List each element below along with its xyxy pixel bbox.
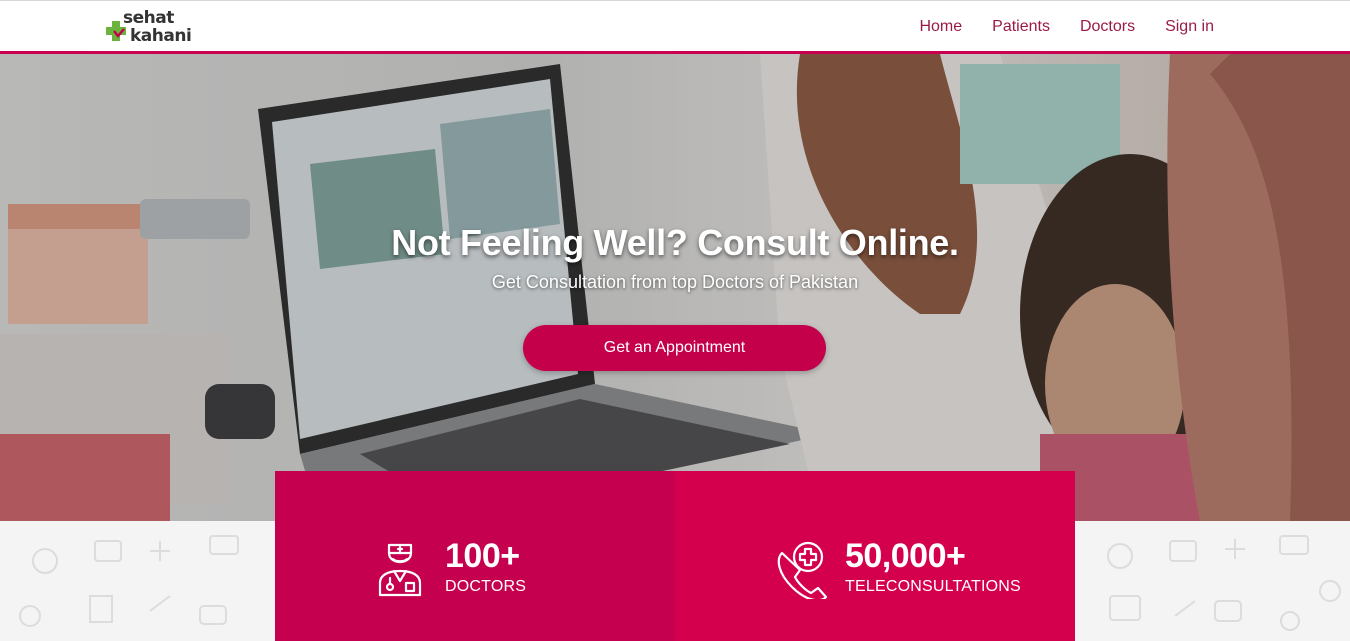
phone-medical-icon (777, 541, 828, 599)
nav-patients-link[interactable]: Patients (992, 18, 1050, 36)
nav-home-link[interactable]: Home (919, 18, 962, 36)
get-appointment-button[interactable]: Get an Appointment (523, 325, 826, 371)
teleconsultations-count: 50,000+ (845, 537, 966, 575)
logo-word-bottom: kahani (130, 26, 192, 46)
stat-teleconsultations-card: 50,000+ TELECONSULTATIONS (675, 471, 1075, 641)
logo-word-top: sehat (123, 8, 174, 28)
stat-doctors-card: 100+ DOCTORS (275, 471, 675, 641)
main-nav: Home Patients Doctors Sign in (919, 18, 1214, 36)
hero-section: Not Feeling Well? Consult Online. Get Co… (0, 54, 1350, 521)
nav-doctors-link[interactable]: Doctors (1080, 18, 1135, 36)
teleconsultations-label: TELECONSULTATIONS (845, 578, 1021, 595)
doctors-count: 100+ (445, 537, 520, 575)
nav-signin-link[interactable]: Sign in (1165, 18, 1214, 36)
doctor-icon (378, 543, 422, 597)
hero-title: Not Feeling Well? Consult Online. (391, 222, 959, 263)
sehat-kahani-logo[interactable]: sehat kahani (104, 5, 224, 49)
doctors-label: DOCTORS (445, 578, 527, 595)
top-navigation-bar: sehat kahani Home Patients Doctors Sign … (0, 0, 1350, 54)
hero-subtitle: Get Consultation from top Doctors of Pak… (491, 272, 859, 292)
